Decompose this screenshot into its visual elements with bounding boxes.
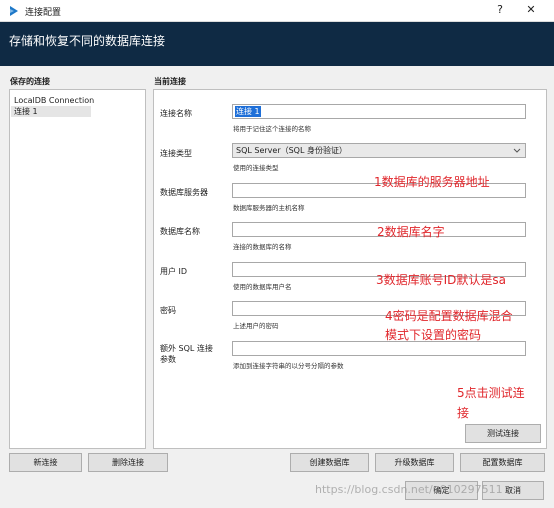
upgrade-database-button[interactable]: 升级数据库	[375, 453, 454, 472]
saved-connections-list[interactable]: LocalDB Connection 连接 1	[9, 89, 146, 449]
password-hint: 上述用户的密码	[233, 322, 279, 330]
user-id-label: 用户 ID	[160, 267, 188, 276]
configure-database-button[interactable]: 配置数据库	[460, 453, 545, 472]
annotation-2: 2数据库名字	[377, 225, 445, 239]
password-label: 密码	[160, 306, 176, 315]
delete-connection-button[interactable]: 删除连接	[88, 453, 168, 472]
saved-connection-item-selected[interactable]: 连接 1	[11, 106, 91, 117]
connection-name-label: 连接名称	[160, 109, 192, 118]
chevron-down-icon	[513, 148, 521, 153]
saved-connections-label: 保存的连接	[10, 77, 50, 86]
extra-params-input[interactable]	[232, 341, 526, 356]
annotation-4-line2: 模式下设置的密码	[385, 328, 482, 342]
annotation-5-line1: 5点击测试连	[457, 386, 525, 400]
create-database-button[interactable]: 创建数据库	[290, 453, 369, 472]
connection-name-value: 连接 1	[235, 106, 261, 117]
annotation-5-line2: 接	[457, 406, 470, 420]
close-button[interactable]: ✕	[524, 3, 538, 16]
database-name-label: 数据库名称	[160, 227, 200, 236]
banner-title: 存储和恢复不同的数据库连接	[9, 34, 166, 48]
server-label: 数据库服务器	[160, 188, 208, 197]
title-bar: 连接配置 ? ✕	[0, 0, 554, 22]
extra-params-hint: 添加到连接字符串的以分号分隔的参数	[233, 362, 344, 370]
watermark: https://blog.csdn.net/u010297511	[315, 483, 503, 496]
app-icon	[10, 6, 18, 16]
database-name-hint: 连接的数据库的名称	[233, 243, 292, 251]
connection-type-hint: 使用的连接类型	[233, 164, 279, 172]
window-title: 连接配置	[25, 8, 62, 18]
help-button[interactable]: ?	[493, 3, 507, 16]
user-id-hint: 使用的数据库用户名	[233, 283, 292, 291]
connection-type-select[interactable]: SQL Server（SQL 身份验证）	[232, 143, 526, 158]
test-connection-button[interactable]: 测试连接	[465, 424, 541, 443]
header-banner: 存储和恢复不同的数据库连接	[0, 22, 554, 66]
annotation-3: 3数据库账号ID默认是sa	[376, 273, 507, 287]
connection-name-hint: 将用于记住这个连接的名称	[233, 125, 311, 133]
connection-type-value: SQL Server（SQL 身份验证）	[236, 146, 347, 155]
server-hint: 数据库服务器的主机名称	[233, 204, 305, 212]
annotation-4-line1: 4密码是配置数据库混合	[385, 309, 513, 323]
new-connection-button[interactable]: 新连接	[9, 453, 82, 472]
connection-type-label: 连接类型	[160, 149, 192, 158]
annotation-1: 1数据库的服务器地址	[374, 175, 490, 189]
saved-connection-item[interactable]: LocalDB Connection	[11, 95, 144, 106]
connection-name-input[interactable]: 连接 1	[232, 104, 526, 119]
current-connection-label: 当前连接	[154, 77, 186, 86]
extra-params-label: 额外 SQL 连接参数	[160, 344, 213, 364]
